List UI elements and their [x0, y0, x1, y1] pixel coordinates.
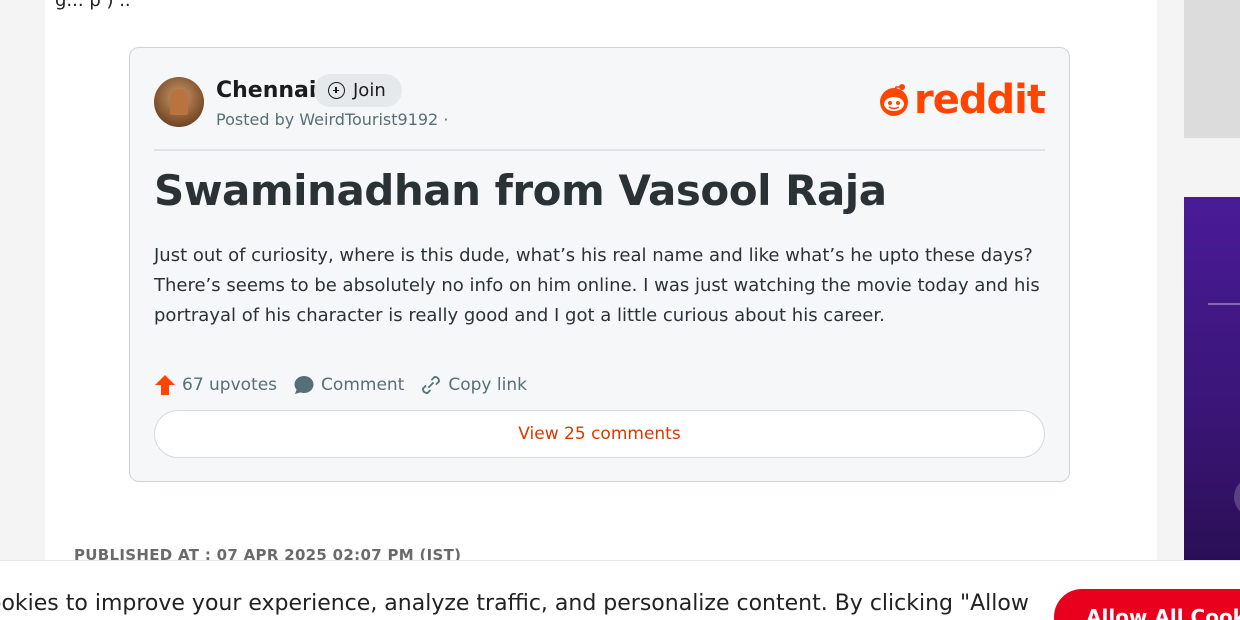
header-divider — [154, 149, 1045, 151]
copy-link-button[interactable]: Copy link — [420, 374, 527, 396]
upvote-arrow-icon — [155, 375, 175, 395]
reddit-embed-card[interactable]: Chennai Join Posted by WeirdTourist9192 … — [129, 47, 1070, 482]
post-title[interactable]: Swaminadhan from Vasool Raja — [154, 166, 887, 215]
join-button[interactable]: Join — [314, 74, 402, 107]
post-actions: 67 upvotes Comment Copy link — [154, 374, 527, 396]
reddit-logo[interactable]: reddit — [876, 77, 1046, 123]
copy-link-label: Copy link — [448, 375, 527, 395]
comment-label: Comment — [321, 375, 405, 395]
reddit-post-header: Chennai Join Posted by WeirdTourist9192 … — [154, 74, 1046, 150]
upvote-count: 67 upvotes — [182, 375, 278, 395]
cookie-banner-text: ookies to improve your experience, analy… — [0, 591, 1029, 616]
upvote-button[interactable]: 67 upvotes — [154, 374, 277, 396]
post-body: Just out of curiosity, where is this dud… — [154, 245, 1040, 326]
ad-placeholder — [1184, 0, 1240, 138]
reddit-logo-icon — [880, 84, 909, 116]
join-label: Join — [353, 80, 386, 101]
ad-banner[interactable] — [1184, 197, 1240, 562]
article-text-fragment: g... p ) .. — [55, 0, 131, 11]
ad-decoration — [1208, 303, 1240, 305]
subreddit-avatar[interactable] — [154, 77, 204, 127]
subreddit-name[interactable]: Chennai — [216, 78, 316, 103]
cookie-banner: ookies to improve your experience, analy… — [0, 560, 1240, 620]
comment-icon — [294, 376, 314, 394]
join-plus-icon — [328, 82, 345, 99]
allow-all-cookies-button[interactable]: Allow All Cook — [1054, 589, 1240, 620]
comment-button[interactable]: Comment — [293, 374, 404, 396]
ad-decoration — [1234, 477, 1240, 517]
page: g... p ) .. Chennai Join Posted by Weird… — [0, 0, 1240, 620]
link-icon — [422, 376, 441, 394]
view-comments-button[interactable]: View 25 comments — [154, 410, 1045, 458]
posted-by[interactable]: Posted by WeirdTourist9192 · — [216, 110, 448, 129]
reddit-wordmark: reddit — [914, 77, 1046, 123]
